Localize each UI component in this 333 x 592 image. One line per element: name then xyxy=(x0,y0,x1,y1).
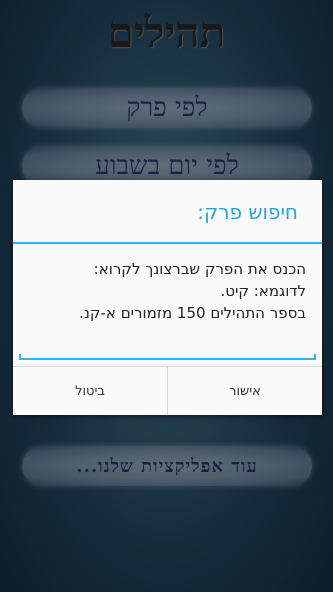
dialog-message-line: הכנס את הפרק שברצונך לקרוא: xyxy=(93,260,306,278)
cancel-button[interactable]: ביטול xyxy=(13,367,167,415)
chapter-input[interactable] xyxy=(19,354,316,360)
dialog-button-bar: ביטול אישור xyxy=(13,366,322,415)
dialog-title: חיפוש פרק: xyxy=(197,200,298,224)
search-chapter-dialog: חיפוש פרק: הכנס את הפרק שברצונך לקרוא: ל… xyxy=(13,180,322,415)
dialog-divider xyxy=(13,242,322,244)
dialog-message-line: לדוגמא: קיט. xyxy=(220,282,306,300)
dialog-message-line: בספר התהילים 150 מזמורים א-קנ. xyxy=(79,304,306,322)
dialog-message: הכנס את הפרק שברצונך לקרוא: לדוגמא: קיט.… xyxy=(23,258,306,324)
ok-button[interactable]: אישור xyxy=(167,367,322,415)
